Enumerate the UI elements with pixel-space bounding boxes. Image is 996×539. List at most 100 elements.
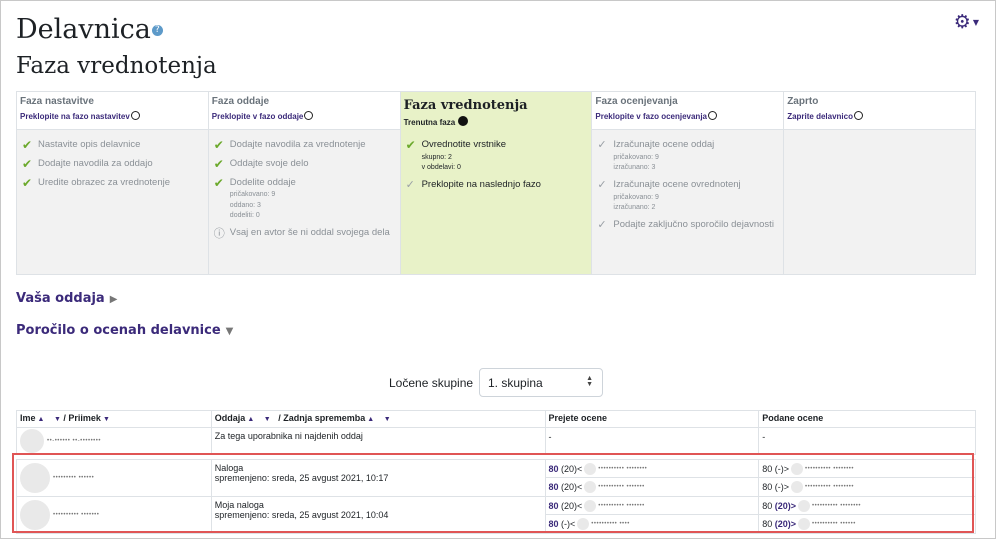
task-detail: pričakovano: 9 [613, 153, 659, 161]
avatar [577, 518, 590, 530]
grade-value[interactable]: 80 [549, 501, 559, 511]
circle-icon [708, 111, 717, 120]
phase-setup: Faza nastavitve Preklopite na fazo nasta… [17, 92, 209, 274]
table-row: ••••••••• •••••• Naloga spremenjeno: sre… [16, 459, 976, 497]
grade-score: (-)> [774, 482, 790, 492]
switch-phase-link[interactable]: Preklopite v fazo ocenjevanja [595, 111, 780, 121]
sort-submission[interactable]: Oddaja [215, 413, 246, 423]
received-cell: 80 (20)< •••••••••• ••••••• 80 (-)< ••••••… [544, 496, 760, 534]
task-label: Dodajte navodila za oddajo [38, 157, 153, 169]
your-submission-toggle[interactable]: Vaša oddaja ▶ [16, 291, 117, 306]
phase-header: Faza ocenjevanja Preklopite v fazo ocenj… [592, 92, 784, 130]
task-label: Preklopite na naslednjo fazo [421, 178, 541, 190]
task-label: Oddajte svoje delo [229, 157, 309, 169]
reviewer-name[interactable]: •••••••••• ••••••• [598, 484, 644, 490]
chevron-down-icon: ▼ [225, 326, 234, 337]
task-detail: pričakovano: 9 [613, 193, 659, 201]
sort-last-modified[interactable]: / Zadnja sprememba [278, 413, 365, 423]
avatar [798, 499, 811, 512]
grade-value[interactable]: 80 [762, 464, 772, 474]
chevron-right-icon: ▶ [109, 294, 118, 305]
participant-name[interactable]: ••••••••• •••••• [53, 475, 94, 481]
sort-last-name[interactable]: / Priimek [63, 413, 101, 423]
gear-icon: ⚙ [953, 11, 971, 33]
sort-up-icon[interactable]: ▲ [38, 416, 45, 423]
task-item: ✔ Dodelite oddaje [214, 177, 395, 190]
sort-first-name[interactable]: Ime [20, 413, 36, 423]
submission-cell: Za tega uporabnika ni najdenih oddaj [210, 427, 546, 455]
col-received: Prejete ocene [544, 410, 760, 428]
col-given: Podane ocene [758, 410, 976, 428]
task-details: pričakovano: 9 oddano: 3 dodeliti: 0 [230, 190, 395, 222]
check-grey-icon: ✓ [597, 177, 607, 191]
grade-score: (-)> [774, 463, 790, 474]
task-detail: skupno: 2 [421, 153, 452, 161]
table-header-row: Ime ▲ ▼ / Priimek ▼ Oddaja ▲ ▼ / Zadnja spr… [16, 410, 976, 428]
reviewee-name[interactable]: •••••••••• •••••••• [812, 503, 861, 509]
sort-down-icon[interactable]: ▼ [264, 416, 271, 423]
phases-planner: Faza nastavitve Preklopite na fazo nasta… [16, 91, 976, 275]
switch-phase-link[interactable]: Preklopite na fazo nastavitev [20, 111, 205, 121]
phase-header: Zaprto Zaprite delavnico [784, 92, 975, 130]
sort-down-icon[interactable]: ▼ [54, 416, 61, 423]
submission-title[interactable]: Naloga [215, 463, 542, 473]
submission-title[interactable]: Moja naloga [215, 500, 542, 510]
sort-up-icon[interactable]: ▲ [367, 416, 374, 423]
switch-phase-link[interactable]: Preklopite v fazo oddaje [212, 111, 397, 121]
grade-value[interactable]: 80 [762, 519, 772, 529]
grades-report-toggle[interactable]: Poročilo o ocenah delavnice ▼ [16, 323, 233, 338]
phase-name: Faza oddaje [211, 96, 270, 107]
task-label: Dodajte navodila za vrednotenje [229, 139, 366, 150]
reviewee-name[interactable]: •••••••••• •••••••• [805, 466, 854, 472]
check-grey-icon: ✓ [597, 217, 607, 231]
sort-down-icon[interactable]: ▼ [103, 416, 110, 423]
circle-icon [304, 111, 314, 120]
grade-score: (20)> [774, 519, 797, 529]
task-details: pričakovano: 9 izračunano: 3 [613, 153, 778, 174]
avatar [791, 481, 804, 493]
sort-down-icon[interactable]: ▼ [384, 416, 391, 423]
page-title-text: Delavnica [16, 14, 151, 45]
grade-value[interactable]: 80 [762, 501, 772, 511]
grade-value[interactable]: 80 [762, 482, 772, 492]
grades-table: Ime ▲ ▼ / Priimek ▼ Oddaja ▲ ▼ / Zadnja spr… [16, 410, 976, 534]
task-label: Nastavite opis delavnice [38, 139, 141, 150]
check-icon: ✔ [213, 156, 224, 171]
participant-name[interactable]: •••••••••• ••••••• [53, 512, 99, 518]
submission-date: spremenjeno: sreda, 25 avgust 2021, 10:0… [214, 510, 389, 520]
col-participant: Ime ▲ ▼ / Priimek ▼ [16, 410, 212, 428]
group-select[interactable]: 1. skupina ▲ ▼ [479, 368, 603, 397]
avatar [791, 462, 804, 475]
phase-name: Faza vrednotenja [403, 98, 528, 113]
participant-name[interactable]: ••-•••••• ••-•••••••• [47, 438, 101, 444]
reviewee-name[interactable]: •••••••••• •••••••• [805, 484, 854, 490]
section-title: Poročilo o ocenah delavnice [16, 323, 221, 338]
participant-cell: •••••••••• ••••••• [16, 496, 212, 534]
reviewer-name[interactable]: •••••••••• ••••••• [598, 503, 644, 509]
reviewer-name[interactable]: •••••••••• •••• [591, 521, 630, 527]
current-phase-label: Trenutna faza [404, 116, 589, 127]
avatar [584, 499, 597, 512]
switch-phase-link[interactable]: Zaprite delavnico [787, 111, 972, 121]
chevron-down-icon: ▼ [972, 18, 979, 27]
check-grey-icon: ✓ [405, 177, 415, 191]
check-icon: ✔ [22, 175, 33, 190]
task-item: ✓ Izračunajte ocene oddaj [597, 139, 778, 152]
task-detail: izračunano: 3 [613, 164, 656, 172]
reviewer-name[interactable]: •••••••••• •••••••• [598, 466, 647, 472]
grade-value[interactable]: 80 [549, 519, 559, 529]
question-icon[interactable]: ? [151, 25, 163, 36]
phase-tasks: ✔ Dodajte navodila za vrednotenje ✔ Oddajt… [208, 130, 400, 274]
phase-tasks [784, 130, 975, 274]
switch-phase-label: Zaprite delavnico [787, 112, 853, 121]
task-item: ✔ Nastavite opis delavnice [22, 139, 203, 152]
task-label: Ovrednotite vrstnike [421, 139, 507, 150]
task-label: Dodelite oddaje [229, 176, 296, 188]
sort-up-icon[interactable]: ▲ [247, 416, 254, 423]
settings-menu[interactable]: ⚙ ▼ [954, 11, 979, 33]
reviewee-name[interactable]: •••••••••• •••••• [812, 521, 856, 527]
phase-header: Faza oddaje Preklopite v fazo oddaje [208, 92, 400, 130]
grade-value[interactable]: 80 [549, 482, 559, 492]
grade-value[interactable]: 80 [549, 464, 559, 474]
task-item: ✔ Uredite obrazec za vrednotenje [22, 177, 203, 190]
